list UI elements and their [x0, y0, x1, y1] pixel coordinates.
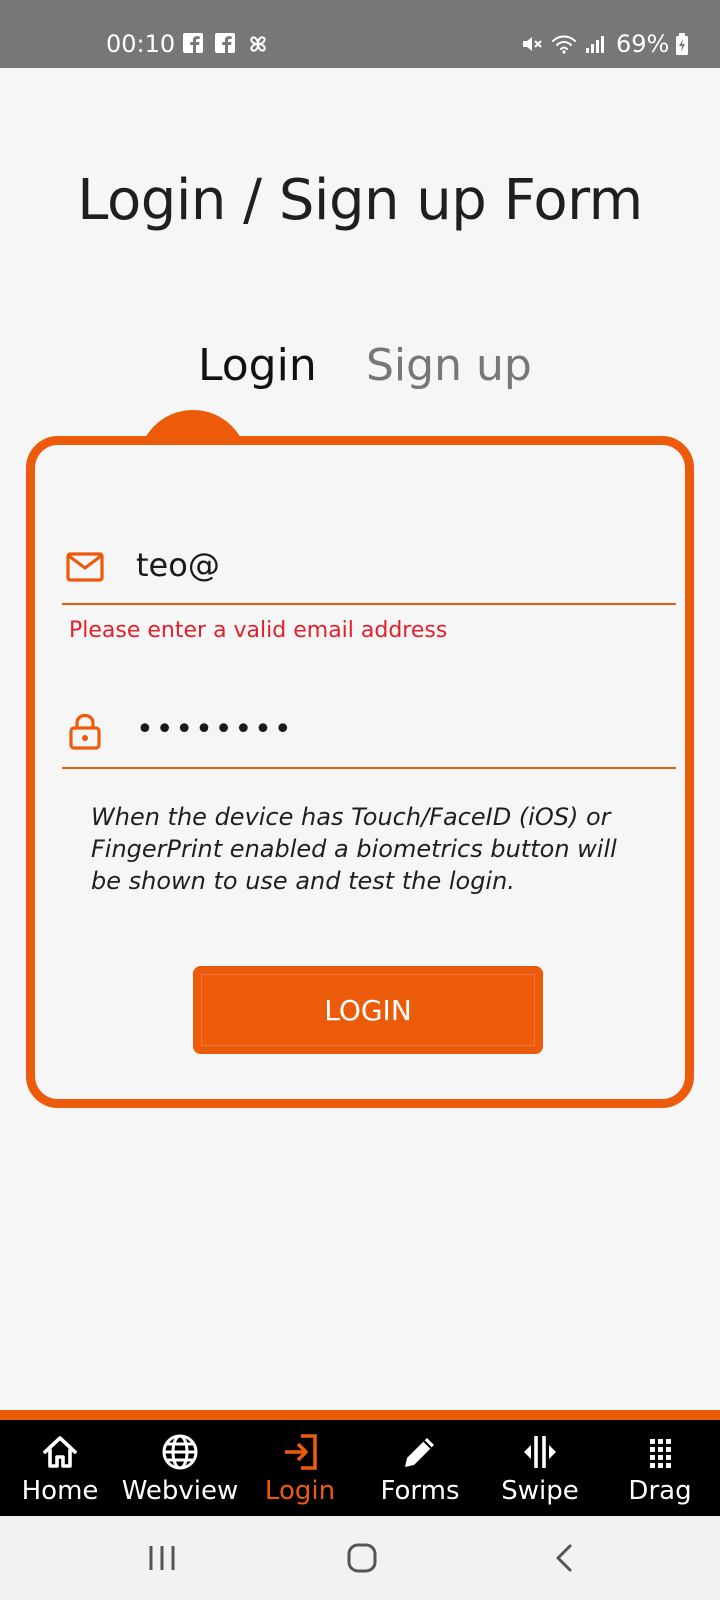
page-title: Login / Sign up Form [77, 168, 643, 233]
status-time: 00:10 [106, 30, 176, 58]
tab-sign-up[interactable]: Sign up [366, 340, 532, 391]
bottom-tab-bar: Home Webview Login Forms Swipe Drag [0, 1420, 720, 1516]
nav-item-home[interactable]: Home [0, 1420, 120, 1516]
nav-label-drag: Drag [628, 1476, 692, 1506]
pinwheel-icon [250, 36, 266, 52]
home-button-icon[interactable] [342, 1538, 382, 1578]
battery-charging-icon [676, 33, 689, 55]
facebook-icon [215, 33, 235, 53]
nav-label-forms: Forms [380, 1476, 460, 1506]
mute-icon [523, 37, 542, 51]
tab-login[interactable]: Login [198, 340, 317, 391]
nav-item-webview[interactable]: Webview [120, 1420, 240, 1516]
battery-percent: 69% [616, 30, 670, 58]
mail-icon [66, 552, 104, 582]
globe-icon [162, 1434, 198, 1470]
wifi-icon [552, 35, 576, 54]
login-icon [285, 1434, 317, 1470]
nav-item-forms[interactable]: Forms [360, 1420, 480, 1516]
grid-icon [650, 1439, 671, 1468]
nav-item-swipe[interactable]: Swipe [480, 1420, 600, 1516]
nav-item-login[interactable]: Login [240, 1420, 360, 1516]
facebook-icon [183, 33, 203, 53]
biometrics-info-text: When the device has Touch/FaceID (iOS) o… [91, 803, 617, 895]
signal-icon [586, 36, 604, 53]
nav-item-drag[interactable]: Drag [600, 1420, 720, 1516]
nav-label-login: Login [264, 1476, 336, 1506]
email-field [62, 509, 676, 605]
system-status-icons: 69% [520, 30, 689, 58]
login-button[interactable]: LOGIN [193, 966, 543, 1054]
nav-label-swipe: Swipe [501, 1476, 579, 1506]
system-navigation-bar [0, 1516, 720, 1600]
password-field [62, 673, 676, 769]
email-error-message: Please enter a valid email address [69, 618, 448, 643]
home-icon [43, 1436, 77, 1468]
nav-label-webview: Webview [121, 1476, 239, 1506]
password-input[interactable] [136, 701, 656, 757]
tab-bar-accent-line [0, 1410, 720, 1420]
pencil-icon [405, 1438, 434, 1467]
back-icon[interactable] [546, 1538, 586, 1578]
email-input[interactable] [136, 537, 656, 593]
lock-icon [69, 713, 101, 750]
recent-apps-icon[interactable] [142, 1538, 182, 1578]
login-button-label: LOGIN [324, 994, 412, 1027]
notification-icons [182, 32, 270, 56]
status-bar: 00:10 69% [0, 0, 720, 68]
login-form-card: Please enter a valid email address When … [26, 436, 694, 1108]
nav-label-home: Home [21, 1476, 99, 1506]
swipe-icon [524, 1436, 556, 1468]
